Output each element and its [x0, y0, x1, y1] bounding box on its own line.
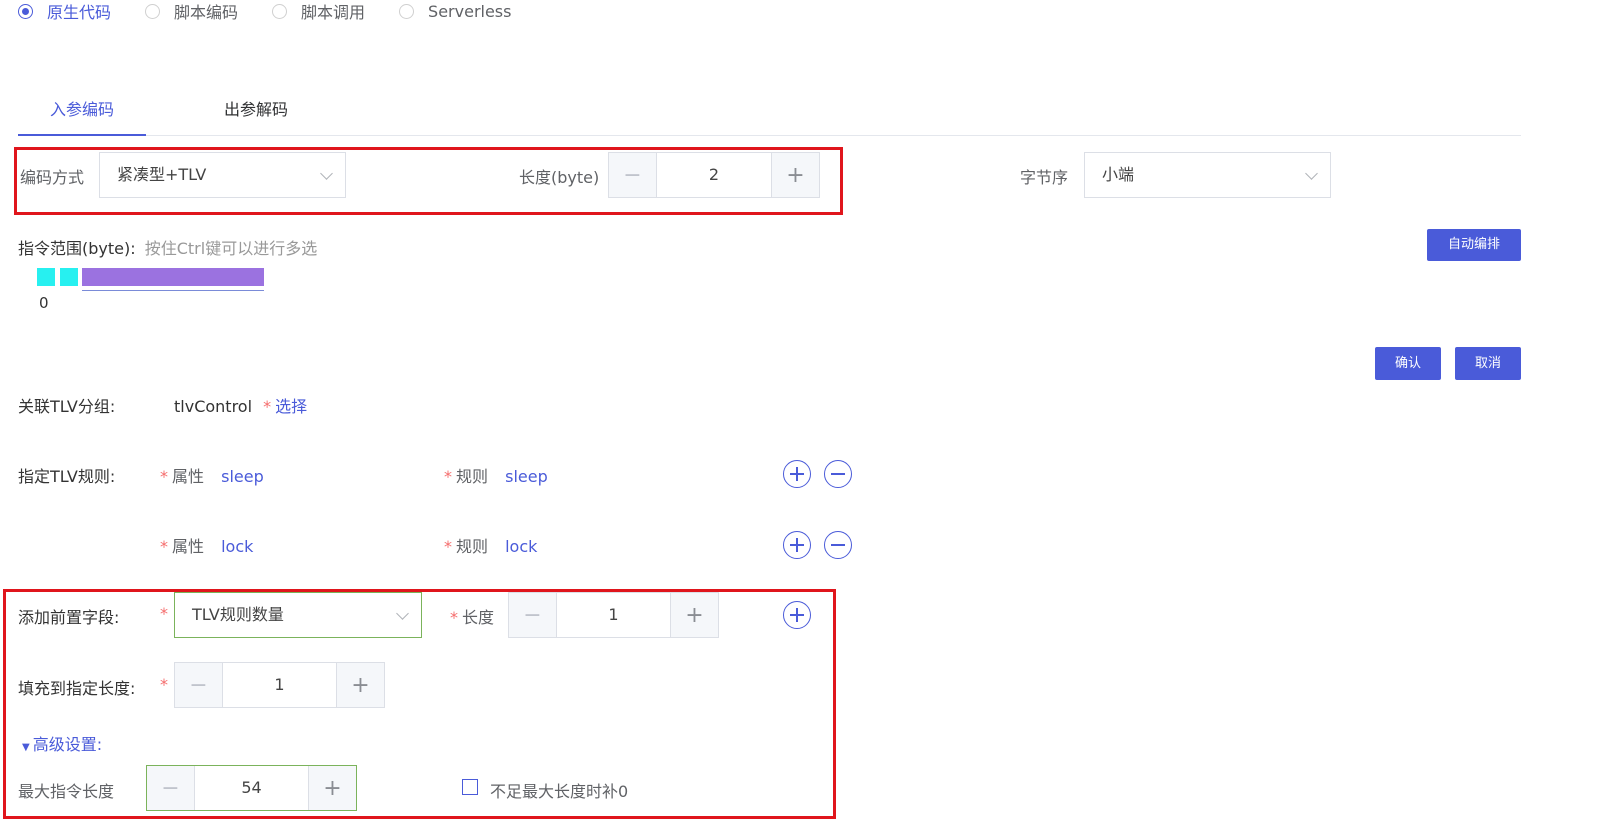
byte-order-value: 小端 — [1102, 165, 1135, 184]
add-rule-icon[interactable] — [783, 531, 811, 559]
pad-zero-label: 不足最大长度时补0 — [490, 782, 629, 801]
decrement-button[interactable]: − — [609, 153, 657, 197]
prefix-field-value: TLV规则数量 — [192, 605, 284, 624]
attr-label: 属性 — [172, 537, 205, 556]
radio-label: 脚本调用 — [301, 3, 366, 22]
fill-length-label: 填充到指定长度: — [18, 679, 136, 698]
prefix-length-value[interactable]: 1 — [557, 593, 670, 637]
attr-value-lock[interactable]: lock — [221, 537, 253, 556]
tab-bar: 入参编码 出参解码 — [18, 88, 1521, 136]
advanced-settings-label: 高级设置: — [32, 735, 103, 754]
radio-dot[interactable] — [145, 3, 161, 19]
range-byte-block[interactable] — [60, 268, 78, 286]
radio-script-call[interactable]: 脚本调用 — [272, 0, 365, 23]
advanced-settings-toggle[interactable]: ▼ 高级设置: — [22, 731, 102, 755]
required-mark: * — [263, 397, 272, 416]
encoding-method-label: 编码方式 — [20, 168, 85, 187]
chevron-down-icon — [320, 167, 333, 180]
prefix-field-select[interactable]: TLV规则数量 — [174, 592, 422, 638]
rule-label: 规则 — [456, 537, 489, 556]
select-link[interactable]: 选择 — [275, 397, 307, 416]
range-underline — [82, 290, 264, 291]
decrement-button[interactable]: − — [147, 766, 195, 810]
radio-dot[interactable] — [399, 3, 415, 19]
increment-button[interactable]: + — [771, 153, 819, 197]
range-byte-block[interactable] — [37, 268, 55, 286]
range-selection-bar[interactable] — [82, 268, 264, 286]
chevron-down-icon — [1305, 167, 1318, 180]
radio-dot[interactable] — [18, 3, 33, 19]
byte-order-select[interactable]: 小端 — [1084, 152, 1331, 198]
byte-order-label: 字节序 — [1020, 168, 1069, 187]
fill-length-value[interactable]: 1 — [223, 663, 336, 707]
confirm-button[interactable]: 确认 — [1375, 347, 1441, 380]
mode-radio-group: 原生代码 脚本编码 脚本调用 Serverless — [18, 0, 545, 22]
required-mark: * — [160, 675, 172, 694]
tlv-group-label: 关联TLV分组: — [18, 397, 116, 416]
attr-label: 属性 — [172, 467, 205, 486]
cancel-button[interactable]: 取消 — [1455, 347, 1521, 380]
tab-output-decode[interactable]: 出参解码 — [194, 88, 318, 134]
required-mark-text: * — [160, 675, 168, 694]
tlv-rules-label: 指定TLV规则: — [18, 467, 116, 486]
required-mark: * — [160, 604, 172, 623]
required-mark: * — [450, 608, 458, 627]
prefix-length-label-row: * 长度 — [450, 604, 494, 628]
increment-button[interactable]: + — [336, 663, 384, 707]
tlv-rule-attr-row: * 属性 sleep — [160, 463, 264, 487]
encoding-method-value: 紧凑型+TLV — [117, 165, 207, 184]
rule-value-lock[interactable]: lock — [505, 537, 537, 556]
tlv-group-value: tlvControl — [174, 397, 253, 416]
prefix-field-label: 添加前置字段: — [18, 608, 120, 627]
encoding-method-select[interactable]: 紧凑型+TLV — [99, 152, 346, 198]
instruction-range-hint: 按住Ctrl键可以进行多选 — [144, 239, 318, 258]
rule-label: 规则 — [456, 467, 489, 486]
increment-button[interactable]: + — [670, 593, 718, 637]
instruction-range-label: 指令范围(byte): 按住Ctrl键可以进行多选 — [18, 235, 317, 259]
required-mark-text: * — [160, 604, 168, 623]
add-rule-icon[interactable] — [783, 460, 811, 488]
length-stepper[interactable]: − 2 + — [608, 152, 820, 198]
decrement-button[interactable]: − — [509, 593, 557, 637]
radio-label: Serverless — [428, 1, 512, 21]
length-label: 长度(byte) — [519, 168, 600, 187]
tlv-rule-attr-row: * 属性 lock — [160, 533, 253, 557]
required-mark: * — [160, 537, 168, 556]
length-value[interactable]: 2 — [657, 153, 771, 197]
prefix-length-label: 长度 — [462, 608, 495, 627]
radio-native-code[interactable]: 原生代码 — [18, 0, 111, 23]
remove-rule-icon[interactable] — [824, 460, 852, 488]
auto-arrange-button[interactable]: 自动编排 — [1427, 229, 1521, 261]
max-length-stepper[interactable]: − 54 + — [146, 765, 357, 811]
radio-label: 原生代码 — [47, 3, 112, 22]
required-mark: * — [444, 467, 452, 486]
caret-down-icon: ▼ — [22, 742, 30, 753]
fill-length-stepper[interactable]: − 1 + — [174, 662, 385, 708]
tlv-rule-rule-row: * 规则 lock — [444, 533, 537, 557]
decrement-button[interactable]: − — [175, 663, 223, 707]
required-mark: * — [444, 537, 452, 556]
tlv-rule-rule-row: * 规则 sleep — [444, 463, 548, 487]
instruction-range-label-text: 指令范围(byte): — [18, 239, 136, 258]
max-length-value[interactable]: 54 — [195, 766, 308, 810]
rule-value-sleep[interactable]: sleep — [505, 467, 548, 486]
radio-dot[interactable] — [272, 3, 288, 19]
radio-script-encode[interactable]: 脚本编码 — [145, 0, 238, 23]
increment-button[interactable]: + — [308, 766, 356, 810]
radio-label: 脚本编码 — [174, 3, 239, 22]
tab-input-encode[interactable]: 入参编码 — [18, 88, 146, 136]
prefix-length-stepper[interactable]: − 1 + — [508, 592, 719, 638]
pad-zero-checkbox[interactable] — [462, 779, 478, 795]
attr-value-sleep[interactable]: sleep — [221, 467, 264, 486]
max-length-label: 最大指令长度 — [18, 782, 115, 801]
required-mark: * — [160, 467, 168, 486]
chevron-down-icon — [396, 607, 409, 620]
range-start-index: 0 — [39, 294, 49, 312]
radio-serverless[interactable]: Serverless — [399, 2, 511, 21]
remove-rule-icon[interactable] — [824, 531, 852, 559]
add-prefix-icon[interactable] — [783, 601, 811, 629]
tlv-group-value-row: tlvControl * 选择 — [174, 393, 307, 417]
